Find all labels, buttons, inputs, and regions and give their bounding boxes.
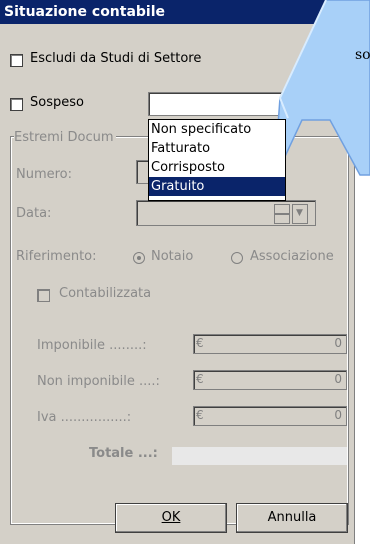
riferimento-label: Riferimento:	[16, 249, 97, 264]
non-imponibile-field[interactable]: € 0	[193, 370, 347, 390]
associazione-label: Associazione	[250, 249, 334, 264]
totale-field	[172, 447, 347, 465]
iva-value: 0	[334, 408, 342, 422]
notaio-label: Notaio	[151, 249, 194, 264]
imponibile-label: Imponibile ........:	[37, 338, 147, 353]
dropdown-item-fatturato[interactable]: Fatturato	[149, 139, 285, 158]
data-label: Data:	[16, 206, 52, 221]
ok-button[interactable]: OK	[115, 503, 227, 533]
imponibile-value: 0	[334, 336, 342, 350]
sospeso-label: Sospeso	[30, 95, 84, 110]
data-spin-up[interactable]	[274, 204, 290, 214]
contabilizzata-checkbox[interactable]	[37, 289, 50, 302]
iva-field[interactable]: € 0	[193, 406, 347, 426]
data-spin-down[interactable]	[274, 214, 290, 224]
numero-label: Numero:	[16, 167, 73, 182]
escludi-label: Escludi da Studi di Settore	[30, 51, 202, 66]
iva-label: Iva ................:	[37, 410, 132, 425]
totale-label: Totale ...:	[89, 446, 158, 461]
iva-currency: €	[196, 408, 204, 422]
notaio-radio[interactable]	[133, 252, 145, 264]
escludi-checkbox[interactable]	[10, 54, 23, 67]
non-imponibile-label: Non imponibile ....:	[37, 374, 160, 389]
non-imponibile-currency: €	[196, 372, 204, 386]
annulla-button[interactable]: Annulla	[236, 503, 348, 533]
associazione-radio[interactable]	[231, 252, 243, 264]
chevron-down-icon: ▼	[296, 208, 303, 218]
dropdown-item-non-specificato[interactable]: Non specificato	[149, 120, 285, 139]
contabilizzata-label: Contabilizzata	[59, 286, 152, 301]
non-imponibile-value: 0	[334, 372, 342, 386]
dropdown-item-gratuito[interactable]: Gratuito	[149, 177, 285, 196]
callout-text: so	[355, 47, 370, 63]
data-calendar-dropdown[interactable]: ▼	[292, 204, 308, 224]
sospeso-checkbox[interactable]	[10, 98, 23, 111]
dropdown-item-corrisposto[interactable]: Corrisposto	[149, 158, 285, 177]
sospeso-dropdown-list[interactable]: Non specificato Fatturato Corrisposto Gr…	[148, 119, 286, 201]
imponibile-field[interactable]: € 0	[193, 334, 347, 354]
estremi-group-title: Estremi Docum	[14, 130, 116, 145]
imponibile-currency: €	[196, 336, 204, 350]
